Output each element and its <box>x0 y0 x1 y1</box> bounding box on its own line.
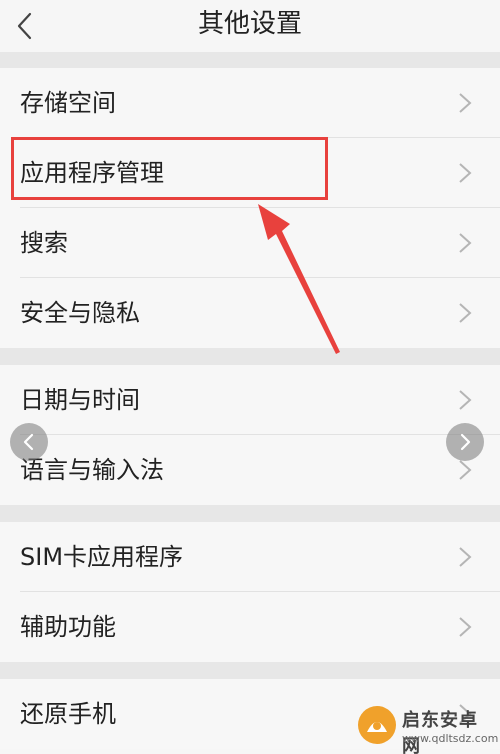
menu-item-label: 应用程序管理 <box>20 159 164 187</box>
group-separator <box>0 662 500 679</box>
back-button[interactable] <box>8 6 48 46</box>
menu-item-label: 辅助功能 <box>20 613 116 641</box>
chevron-right-icon <box>459 93 472 113</box>
chevron-right-icon <box>459 617 472 637</box>
menu-item-storage[interactable]: 存储空间 <box>0 68 500 138</box>
chevron-right-icon <box>459 704 472 724</box>
chevron-left-icon <box>17 12 32 40</box>
prev-circle-icon <box>23 433 34 451</box>
menu-item-label: 安全与隐私 <box>20 299 140 327</box>
top-bar: 其他设置 <box>0 0 500 52</box>
menu-item-label: SIM卡应用程序 <box>20 543 184 571</box>
menu-item-app-management[interactable]: 应用程序管理 <box>0 138 500 208</box>
prev-image-button[interactable] <box>10 423 48 461</box>
menu-item-date-time[interactable]: 日期与时间 <box>0 365 500 435</box>
menu-item-search[interactable]: 搜索 <box>0 208 500 278</box>
group-separator <box>0 52 500 68</box>
page-title: 其他设置 <box>197 9 302 39</box>
menu-item-label: 存储空间 <box>20 89 116 117</box>
chevron-right-icon <box>459 163 472 183</box>
chevron-right-icon <box>459 303 472 323</box>
group-separator <box>0 505 500 522</box>
menu-item-security-privacy[interactable]: 安全与隐私 <box>0 278 500 348</box>
next-image-button[interactable] <box>446 423 484 461</box>
menu-item-sim-apps[interactable]: SIM卡应用程序 <box>0 522 500 592</box>
chevron-right-icon <box>459 460 472 480</box>
settings-screen: 其他设置 存储空间 应用程序管理 搜索 安全与隐私 日期与时间 语言与输入法 S… <box>0 0 500 754</box>
chevron-right-icon <box>459 233 472 253</box>
menu-item-reset-phone[interactable]: 还原手机 <box>0 679 500 749</box>
chevron-right-icon <box>459 390 472 410</box>
menu-item-accessibility[interactable]: 辅助功能 <box>0 592 500 662</box>
next-circle-icon <box>460 433 471 451</box>
menu-item-language-input[interactable]: 语言与输入法 <box>0 435 500 505</box>
menu-item-label: 还原手机 <box>20 700 116 728</box>
menu-item-label: 搜索 <box>20 229 68 257</box>
chevron-right-icon <box>459 547 472 567</box>
group-separator <box>0 348 500 365</box>
